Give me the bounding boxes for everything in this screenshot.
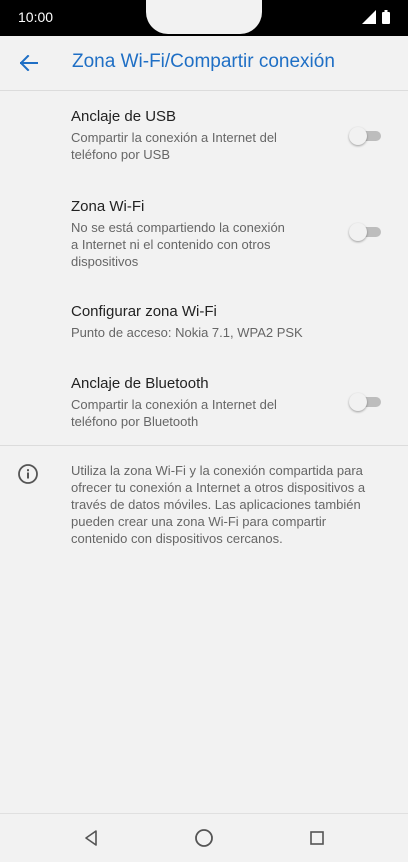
signal-icon bbox=[362, 10, 376, 24]
info-icon bbox=[18, 464, 38, 484]
setting-usb-tethering[interactable]: Anclaje de USB Compartir la conexión a I… bbox=[0, 100, 408, 170]
setting-configure-hotspot[interactable]: Configurar zona Wi-Fi Punto de acceso: N… bbox=[0, 295, 408, 347]
usb-tethering-toggle[interactable] bbox=[349, 127, 381, 145]
display-notch bbox=[146, 0, 262, 34]
setting-wifi-hotspot[interactable]: Zona Wi-Fi No se está compartiendo la co… bbox=[0, 190, 408, 276]
square-recents-icon[interactable] bbox=[305, 826, 329, 850]
battery-icon bbox=[382, 10, 390, 24]
navigation-bar bbox=[0, 813, 408, 862]
setting-label: Anclaje de Bluetooth bbox=[71, 375, 209, 392]
page-title: Zona Wi-Fi/Compartir conexión bbox=[72, 51, 335, 72]
setting-summary: No se está compartiendo la conexión a In… bbox=[71, 220, 285, 269]
bluetooth-tethering-toggle[interactable] bbox=[349, 393, 381, 411]
status-time: 10:00 bbox=[18, 9, 54, 25]
setting-summary: Compartir la conexión a Internet del tel… bbox=[71, 130, 277, 162]
divider bbox=[0, 445, 408, 446]
triangle-back-icon[interactable] bbox=[80, 826, 104, 850]
setting-summary: Compartir la conexión a Internet del tel… bbox=[71, 397, 277, 429]
app-bar: Zona Wi-Fi/Compartir conexión bbox=[0, 36, 408, 91]
setting-label: Configurar zona Wi-Fi bbox=[71, 303, 217, 320]
arrow-left-icon bbox=[20, 55, 38, 71]
info-text: Utiliza la zona Wi-Fi y la conexión comp… bbox=[71, 463, 366, 546]
wifi-hotspot-toggle[interactable] bbox=[349, 223, 381, 241]
setting-label: Anclaje de USB bbox=[71, 108, 177, 125]
setting-bluetooth-tethering[interactable]: Anclaje de Bluetooth Compartir la conexi… bbox=[0, 367, 408, 437]
setting-summary: Punto de acceso: Nokia 7.1, WPA2 PSK bbox=[71, 325, 303, 340]
setting-label: Zona Wi-Fi bbox=[71, 198, 145, 215]
circle-home-icon[interactable] bbox=[192, 826, 216, 850]
back-button[interactable] bbox=[14, 48, 44, 78]
